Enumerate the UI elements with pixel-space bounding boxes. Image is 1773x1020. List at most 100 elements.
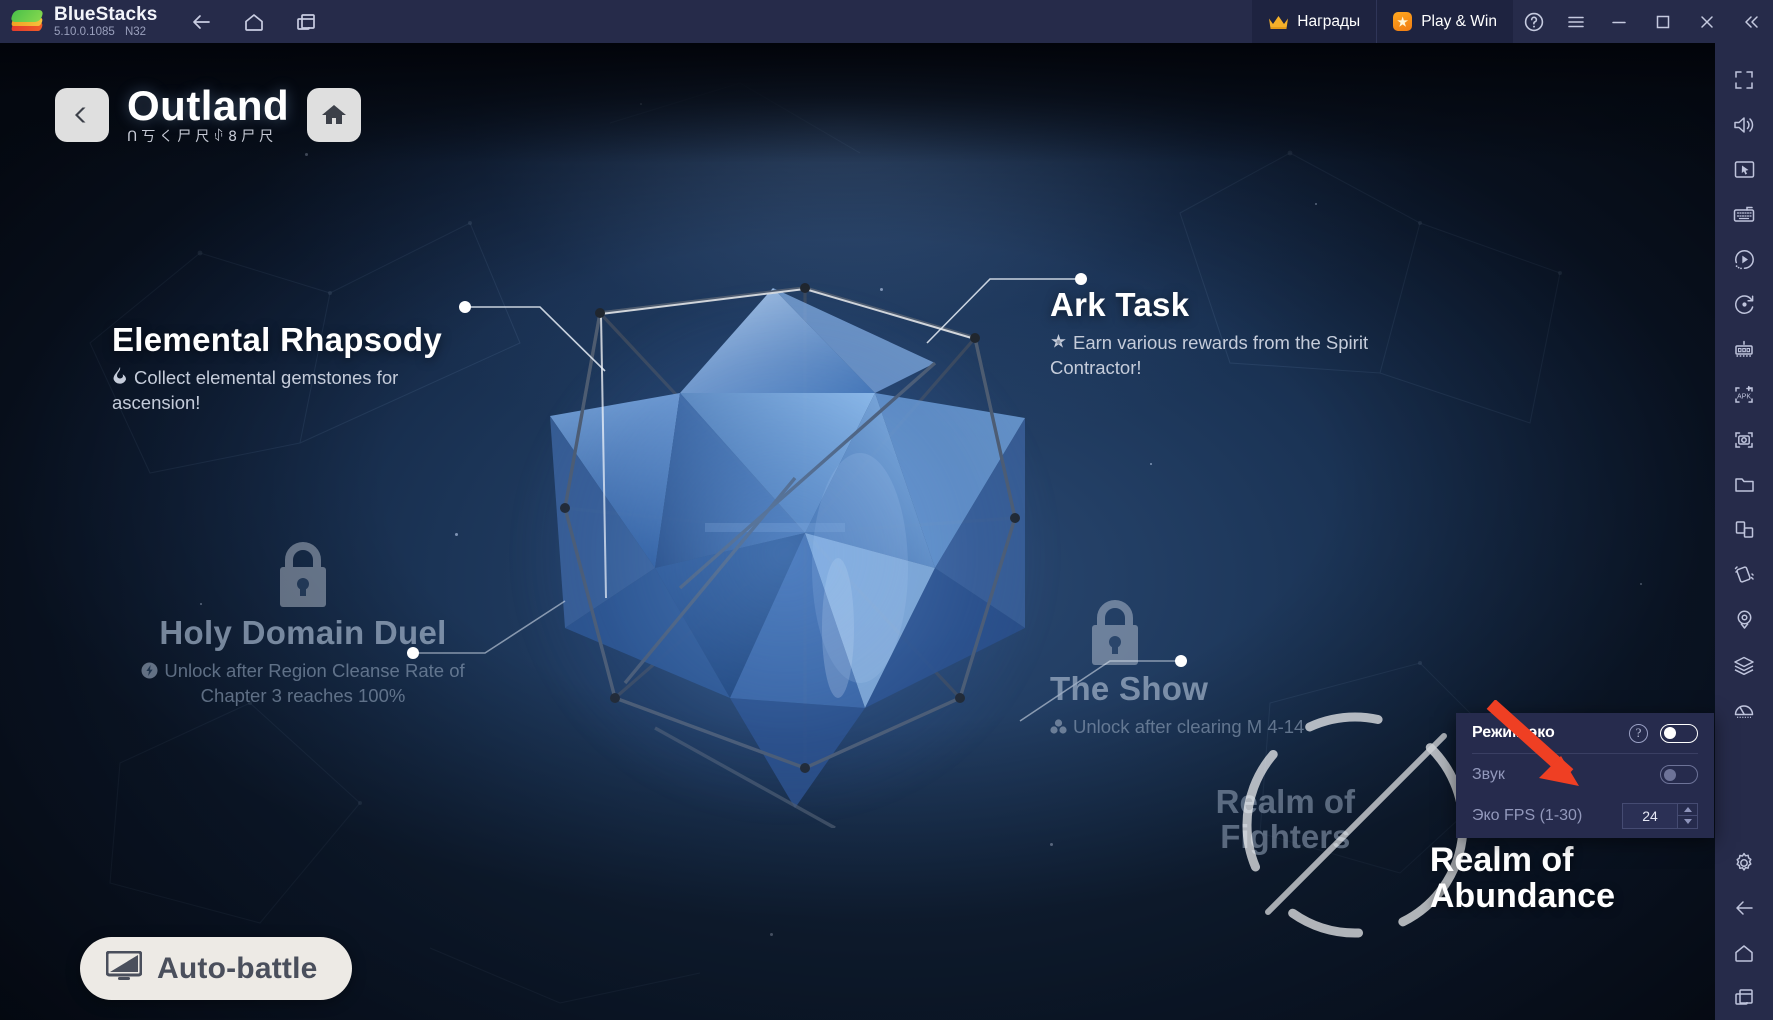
sparkle-dot (1150, 463, 1152, 465)
window-nav-icons (185, 7, 323, 37)
game-home-button[interactable] (307, 87, 362, 142)
sidebar-item-macro-recorder[interactable] (1715, 237, 1773, 282)
eco-mode-title: Режим эко (1472, 724, 1555, 741)
game-title: Outland (127, 82, 290, 129)
instance-name: N32 (124, 25, 147, 38)
sidebar-item-keyboard-controls[interactable] (1715, 192, 1773, 237)
game-header: Outland ᑎ丂く尸尺ꂑ8尸尺 (55, 82, 362, 145)
house-icon (322, 104, 347, 124)
sidebar-item-home[interactable] (1715, 930, 1773, 975)
node-title: Holy Domain Duel (159, 614, 447, 651)
rewards-button[interactable]: Награды (1252, 0, 1377, 43)
collapse-sidebar-button[interactable] (1729, 0, 1773, 43)
location-icon (1737, 610, 1751, 629)
svg-text:APK: APK (1737, 393, 1751, 400)
sidebar-item-screenshot[interactable] (1715, 417, 1773, 462)
sidebar-item-volume[interactable] (1715, 102, 1773, 147)
titlebar-right-cluster: Награды ★ Play & Win (1252, 0, 1773, 43)
sidebar-item-game-guide[interactable] (1715, 327, 1773, 372)
crown-icon (1268, 14, 1289, 29)
eco-sound-label: Звук (1472, 765, 1505, 783)
sidebar-item-settings[interactable] (1715, 840, 1773, 885)
node-description-text: Earn various rewards from the Spirit Con… (1050, 332, 1369, 379)
eco-mode-icon (1734, 704, 1754, 718)
eco-sound-toggle[interactable] (1660, 765, 1698, 784)
sparkle-dot (1640, 583, 1642, 585)
node-the-show[interactable]: The Show Unlock after clearing M 4-14 (1050, 596, 1390, 740)
flame-icon (112, 367, 128, 391)
node-elemental-rhapsody[interactable]: Elemental Rhapsody Collect elemental gem… (112, 321, 442, 415)
eco-fps-increment[interactable] (1678, 804, 1697, 816)
volume-icon (1734, 116, 1754, 133)
auto-battle-label: Auto-battle (157, 951, 318, 985)
eco-fps-input[interactable]: 24 (1622, 802, 1678, 829)
node-ark-task[interactable]: Ark Task Earn various rewards from the S… (1050, 286, 1390, 380)
sidebar-item-eco-mode[interactable] (1715, 687, 1773, 732)
eco-fps-stepper[interactable] (1678, 802, 1698, 829)
sidebar-item-location[interactable] (1715, 597, 1773, 642)
realm-abundance-line2: Abundance (1429, 877, 1615, 916)
sidebar-item-recent-apps[interactable] (1715, 975, 1773, 1020)
node-description: Earn various rewards from the Spirit Con… (1050, 331, 1390, 380)
sidebar-item-layers[interactable] (1715, 642, 1773, 687)
auto-battle-button[interactable]: Auto-battle (80, 937, 352, 1000)
eco-fps-label: Эко FPS (1-30) (1472, 806, 1583, 824)
close-button[interactable] (1685, 0, 1729, 43)
app-version-line: 5.10.0.1085 N32 (54, 25, 157, 39)
rewards-label: Награды (1297, 12, 1361, 30)
maximize-button[interactable] (1641, 0, 1685, 43)
minimize-button[interactable] (1597, 0, 1641, 43)
app-identity: BlueStacks 5.10.0.1085 N32 (54, 5, 157, 39)
install-apk-icon: APK (1735, 385, 1753, 403)
monitor-icon (105, 950, 143, 986)
play-and-win-button[interactable]: ★ Play & Win (1376, 0, 1513, 43)
settings-gear-icon (1736, 852, 1752, 871)
play-and-win-label: Play & Win (1421, 12, 1497, 30)
game-subtitle-runes: ᑎ丂く尸尺ꂑ8尸尺 (127, 129, 278, 145)
lock-icon (270, 538, 336, 610)
app-version: 5.10.0.1085 (54, 25, 115, 38)
fullscreen-icon (1735, 70, 1753, 89)
recent-apps-icon (1735, 988, 1753, 1005)
lock-icon (1082, 596, 1148, 668)
star-icon (1050, 333, 1067, 356)
eco-help-icon[interactable]: ? (1629, 723, 1648, 743)
shake-icon (1734, 566, 1754, 583)
sidebar-item-fullscreen[interactable] (1715, 57, 1773, 102)
node-description: Unlock after Region Cleanse Rate of Chap… (108, 659, 498, 708)
game-viewport[interactable]: Outland ᑎ丂く尸尺ꂑ8尸尺 Elemental Rhapsody Col… (0, 43, 1715, 1020)
sidebar-item-multi-instance-sync[interactable] (1715, 507, 1773, 552)
bluestacks-window: BlueStacks 5.10.0.1085 N32 Награды ★ Pla… (0, 0, 1773, 1020)
eco-mode-popup[interactable]: Режим эко ? Звук Эко FPS (1-30) 24 (1456, 713, 1714, 838)
central-polyhedron[interactable] (435, 208, 1135, 898)
sidebar-item-cursor-control[interactable] (1715, 147, 1773, 192)
game-back-button[interactable] (55, 87, 109, 142)
back-arrow-icon (1736, 900, 1753, 915)
cluster-icon (1050, 717, 1067, 740)
menu-button[interactable] (1555, 0, 1597, 43)
sidebar-item-back[interactable] (1715, 885, 1773, 930)
bolt-icon (141, 661, 158, 684)
node-description: Collect elemental gemstones for ascensio… (112, 366, 442, 415)
node-description-text: Collect elemental gemstones for ascensio… (112, 367, 399, 414)
eco-fps-row: Эко FPS (1-30) 24 (1472, 795, 1698, 836)
node-description: Unlock after clearing M 4-14 (1050, 715, 1380, 740)
node-title: Elemental Rhapsody (112, 321, 442, 358)
star-hex-icon: ★ (1393, 12, 1413, 31)
eco-mode-row: Режим эко ? (1472, 713, 1698, 754)
realm-of-abundance-label[interactable]: Realm of Abundance (1429, 841, 1615, 916)
eco-fps-decrement[interactable] (1678, 816, 1697, 828)
node-holy-domain-duel[interactable]: Holy Domain Duel Unlock after Region Cle… (108, 538, 498, 708)
sidebar-item-shake[interactable] (1715, 552, 1773, 597)
eco-mode-toggle[interactable] (1660, 723, 1698, 743)
sidebar-item-rotate[interactable] (1715, 282, 1773, 327)
macro-recorder-icon (1734, 250, 1754, 270)
multi-instance-button[interactable] (289, 7, 323, 37)
sparkle-dot (1315, 203, 1317, 205)
sidebar-item-media-folder[interactable] (1715, 462, 1773, 507)
bluestacks-sidebar: APK (1715, 43, 1773, 1020)
home-button[interactable] (237, 7, 271, 37)
help-button[interactable] (1513, 0, 1555, 43)
sidebar-item-install-apk[interactable]: APK (1715, 372, 1773, 417)
back-button[interactable] (185, 7, 219, 37)
